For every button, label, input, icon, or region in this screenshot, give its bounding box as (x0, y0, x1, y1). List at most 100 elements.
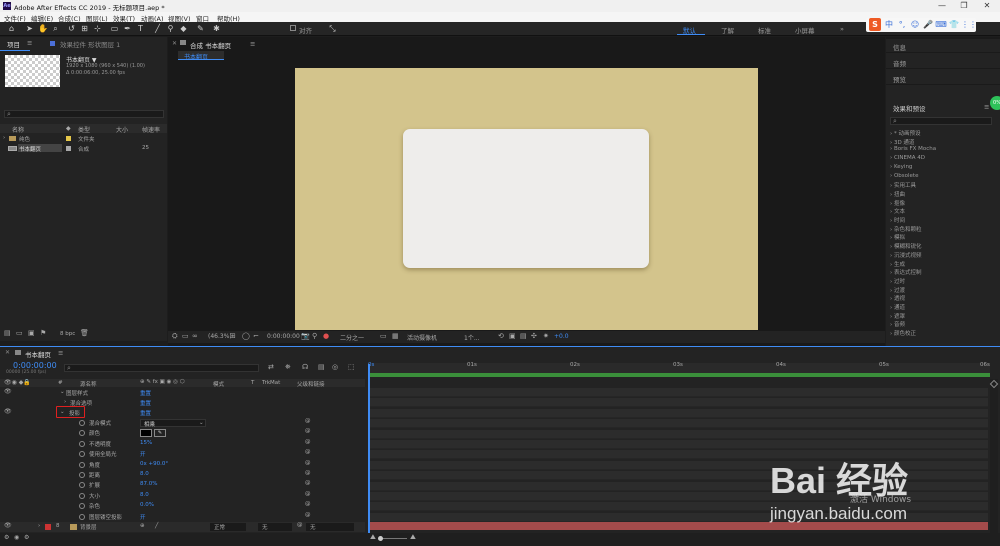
col-rate[interactable]: 帧速率 (142, 125, 160, 134)
eye-icon[interactable]: 👁 (4, 388, 12, 395)
property-value[interactable]: 15% (140, 440, 152, 446)
col-size[interactable]: 大小 (116, 125, 128, 134)
panel-preview[interactable]: 预览 (893, 74, 906, 84)
hash-col[interactable]: # (58, 380, 63, 386)
draft-3d-icon[interactable]: ⛯ (285, 363, 291, 372)
stopwatch-icon[interactable] (79, 513, 85, 520)
av-features-icon[interactable]: 👁◉ ◆🔒 (4, 379, 31, 386)
resolution-select[interactable]: 二分之一 (340, 333, 364, 342)
effect-category[interactable]: › 时间 (890, 216, 905, 224)
property-value[interactable]: 0.0% (140, 502, 154, 508)
effect-category[interactable]: › CINEMA 4D (890, 155, 925, 161)
pickwhip-icon[interactable]: @ (305, 428, 311, 434)
project-search-input[interactable]: ⌕ (4, 110, 164, 118)
exposure-value[interactable]: +0.0 (554, 333, 569, 340)
shy-icon[interactable]: ☊ (302, 363, 308, 371)
shy-switch-icon[interactable]: ⊕ (140, 523, 145, 529)
workspace-learn[interactable]: 了解 (721, 25, 734, 35)
tab-timeline[interactable]: 书本翻页 (25, 349, 51, 359)
property-row[interactable]: 扩展 87.0% @ (0, 480, 365, 490)
render-icon[interactable]: ⚑ (40, 329, 46, 337)
comp-mini-flowchart-icon[interactable]: ⇄ (268, 363, 274, 371)
work-area-bar[interactable] (368, 373, 990, 377)
stopwatch-icon[interactable] (79, 472, 85, 478)
show-snapshot-icon[interactable]: ⚲ (312, 332, 317, 340)
expand-arrow-icon[interactable]: › (3, 135, 5, 141)
eyedropper-icon[interactable]: ✎ (154, 429, 166, 438)
pickwhip-icon[interactable]: @ (305, 418, 311, 424)
label-color-swatch[interactable] (66, 136, 71, 141)
ime-menu-icon[interactable]: ⋮⋮ (961, 18, 977, 31)
timeline-track[interactable] (370, 398, 988, 408)
property-row[interactable]: 角度 0x +90.0° @ (0, 460, 365, 470)
col-type[interactable]: 类型 (78, 125, 90, 134)
tab-effect-controls[interactable]: 效果控件 形状图层 1 (60, 39, 120, 49)
current-time[interactable]: 0:00:00:00 (267, 333, 300, 340)
zoom-out-icon[interactable]: ⛰ (370, 533, 376, 542)
interpret-footage-icon[interactable]: ▤ (4, 329, 11, 337)
comp-subtab[interactable]: 书本翻页 (178, 51, 224, 61)
zoom-in-icon[interactable]: ⛰ (410, 533, 416, 542)
camera-tool-icon[interactable]: ⊞ (80, 24, 89, 33)
pan-behind-tool-icon[interactable]: ⊹ (93, 24, 102, 33)
effect-category[interactable]: › 生成 (890, 260, 905, 268)
effect-category[interactable]: › 模拟 (890, 233, 905, 241)
emoji-icon[interactable]: ☺ (909, 18, 921, 31)
always-preview-icon[interactable]: ⛭ (172, 332, 178, 341)
motion-blur-icon[interactable]: ◎ (332, 363, 338, 371)
col-parent[interactable]: 父级和链接 (297, 380, 325, 388)
property-row[interactable]: 👁 ⌄ 图层样式 重置 (0, 388, 365, 398)
close-tab-icon[interactable]: ✕ (5, 349, 10, 356)
timeline-scrollbar[interactable] (989, 379, 999, 539)
time-ruler[interactable]: 0s 01s 02s 03s 04s 05s 06s (368, 362, 990, 377)
col-t[interactable]: T (251, 380, 254, 386)
vr-icon[interactable]: ∞ (192, 332, 198, 340)
scroll-diamond-icon[interactable] (989, 379, 999, 389)
selection-tool-icon[interactable]: ➤ (25, 24, 34, 33)
reset-link[interactable]: 重置 (140, 389, 151, 397)
pickwhip-icon[interactable]: @ (297, 522, 303, 528)
grid-icon[interactable]: ⊞ (230, 332, 236, 340)
property-value[interactable]: 0x +90.0° (140, 461, 168, 467)
snapshot-icon[interactable]: 📷 (301, 332, 310, 340)
toggle-modes-icon[interactable]: ◉ (14, 534, 19, 541)
workspace-small-screen[interactable]: 小屏幕 (795, 25, 815, 35)
list-item[interactable]: 书本翻页 合成 25 (0, 144, 167, 153)
toggle-pixel-icon[interactable]: ⟲ (498, 332, 504, 340)
minimize-button[interactable]: — (932, 1, 952, 11)
stopwatch-icon[interactable] (79, 430, 85, 437)
effect-category[interactable]: › * 动画预设 (890, 129, 920, 137)
effect-category[interactable]: › 透视 (890, 294, 905, 302)
timeline-track[interactable] (370, 419, 988, 429)
clone-stamp-tool-icon[interactable]: ⚲ (166, 24, 175, 33)
effect-category[interactable]: › 杂色和颗粒 (890, 225, 921, 233)
effect-category[interactable]: › 模糊和锐化 (890, 242, 921, 250)
exposure-icon[interactable]: ✷ (543, 332, 549, 340)
panel-menu-icon[interactable]: ≡ (58, 349, 63, 357)
skin-icon[interactable]: 👕 (948, 18, 960, 31)
bpc-label[interactable]: 8 bpc (60, 331, 75, 337)
transparency-grid-icon[interactable]: ▦ (392, 332, 399, 340)
close-button[interactable]: ✕ (977, 1, 997, 11)
monitor-icon[interactable]: ▭ (182, 332, 189, 340)
effects-presets-title[interactable]: 效果和预设 (893, 103, 926, 113)
col-source-name[interactable]: 源名称 (80, 380, 97, 388)
col-trkmat[interactable]: TrkMat (262, 380, 280, 386)
property-value[interactable]: 开 (140, 513, 146, 521)
flowchart-icon[interactable]: ✣ (531, 332, 537, 340)
mask-icon[interactable]: ◯ (242, 332, 250, 340)
roto-brush-tool-icon[interactable]: ✎ (196, 24, 205, 33)
effect-category[interactable]: › 实用工具 (890, 181, 916, 189)
effect-category[interactable]: › 遮罩 (890, 312, 905, 320)
quality-switch-icon[interactable]: ╱ (155, 523, 158, 529)
trkmat-select[interactable]: 无 (258, 523, 292, 531)
stopwatch-icon[interactable] (79, 440, 85, 447)
property-row[interactable]: 图层镂空投影 开 @ (0, 512, 365, 522)
label-color-swatch[interactable] (66, 146, 71, 151)
eye-icon[interactable]: 👁 (4, 408, 12, 415)
timeline-track[interactable] (370, 388, 988, 397)
tab-composition[interactable]: 合成 书本翻页 (190, 40, 231, 50)
effect-category[interactable]: › 过时 (890, 277, 905, 285)
timeline-track[interactable] (370, 429, 988, 439)
timeline-icon[interactable]: ▤ (520, 332, 527, 340)
